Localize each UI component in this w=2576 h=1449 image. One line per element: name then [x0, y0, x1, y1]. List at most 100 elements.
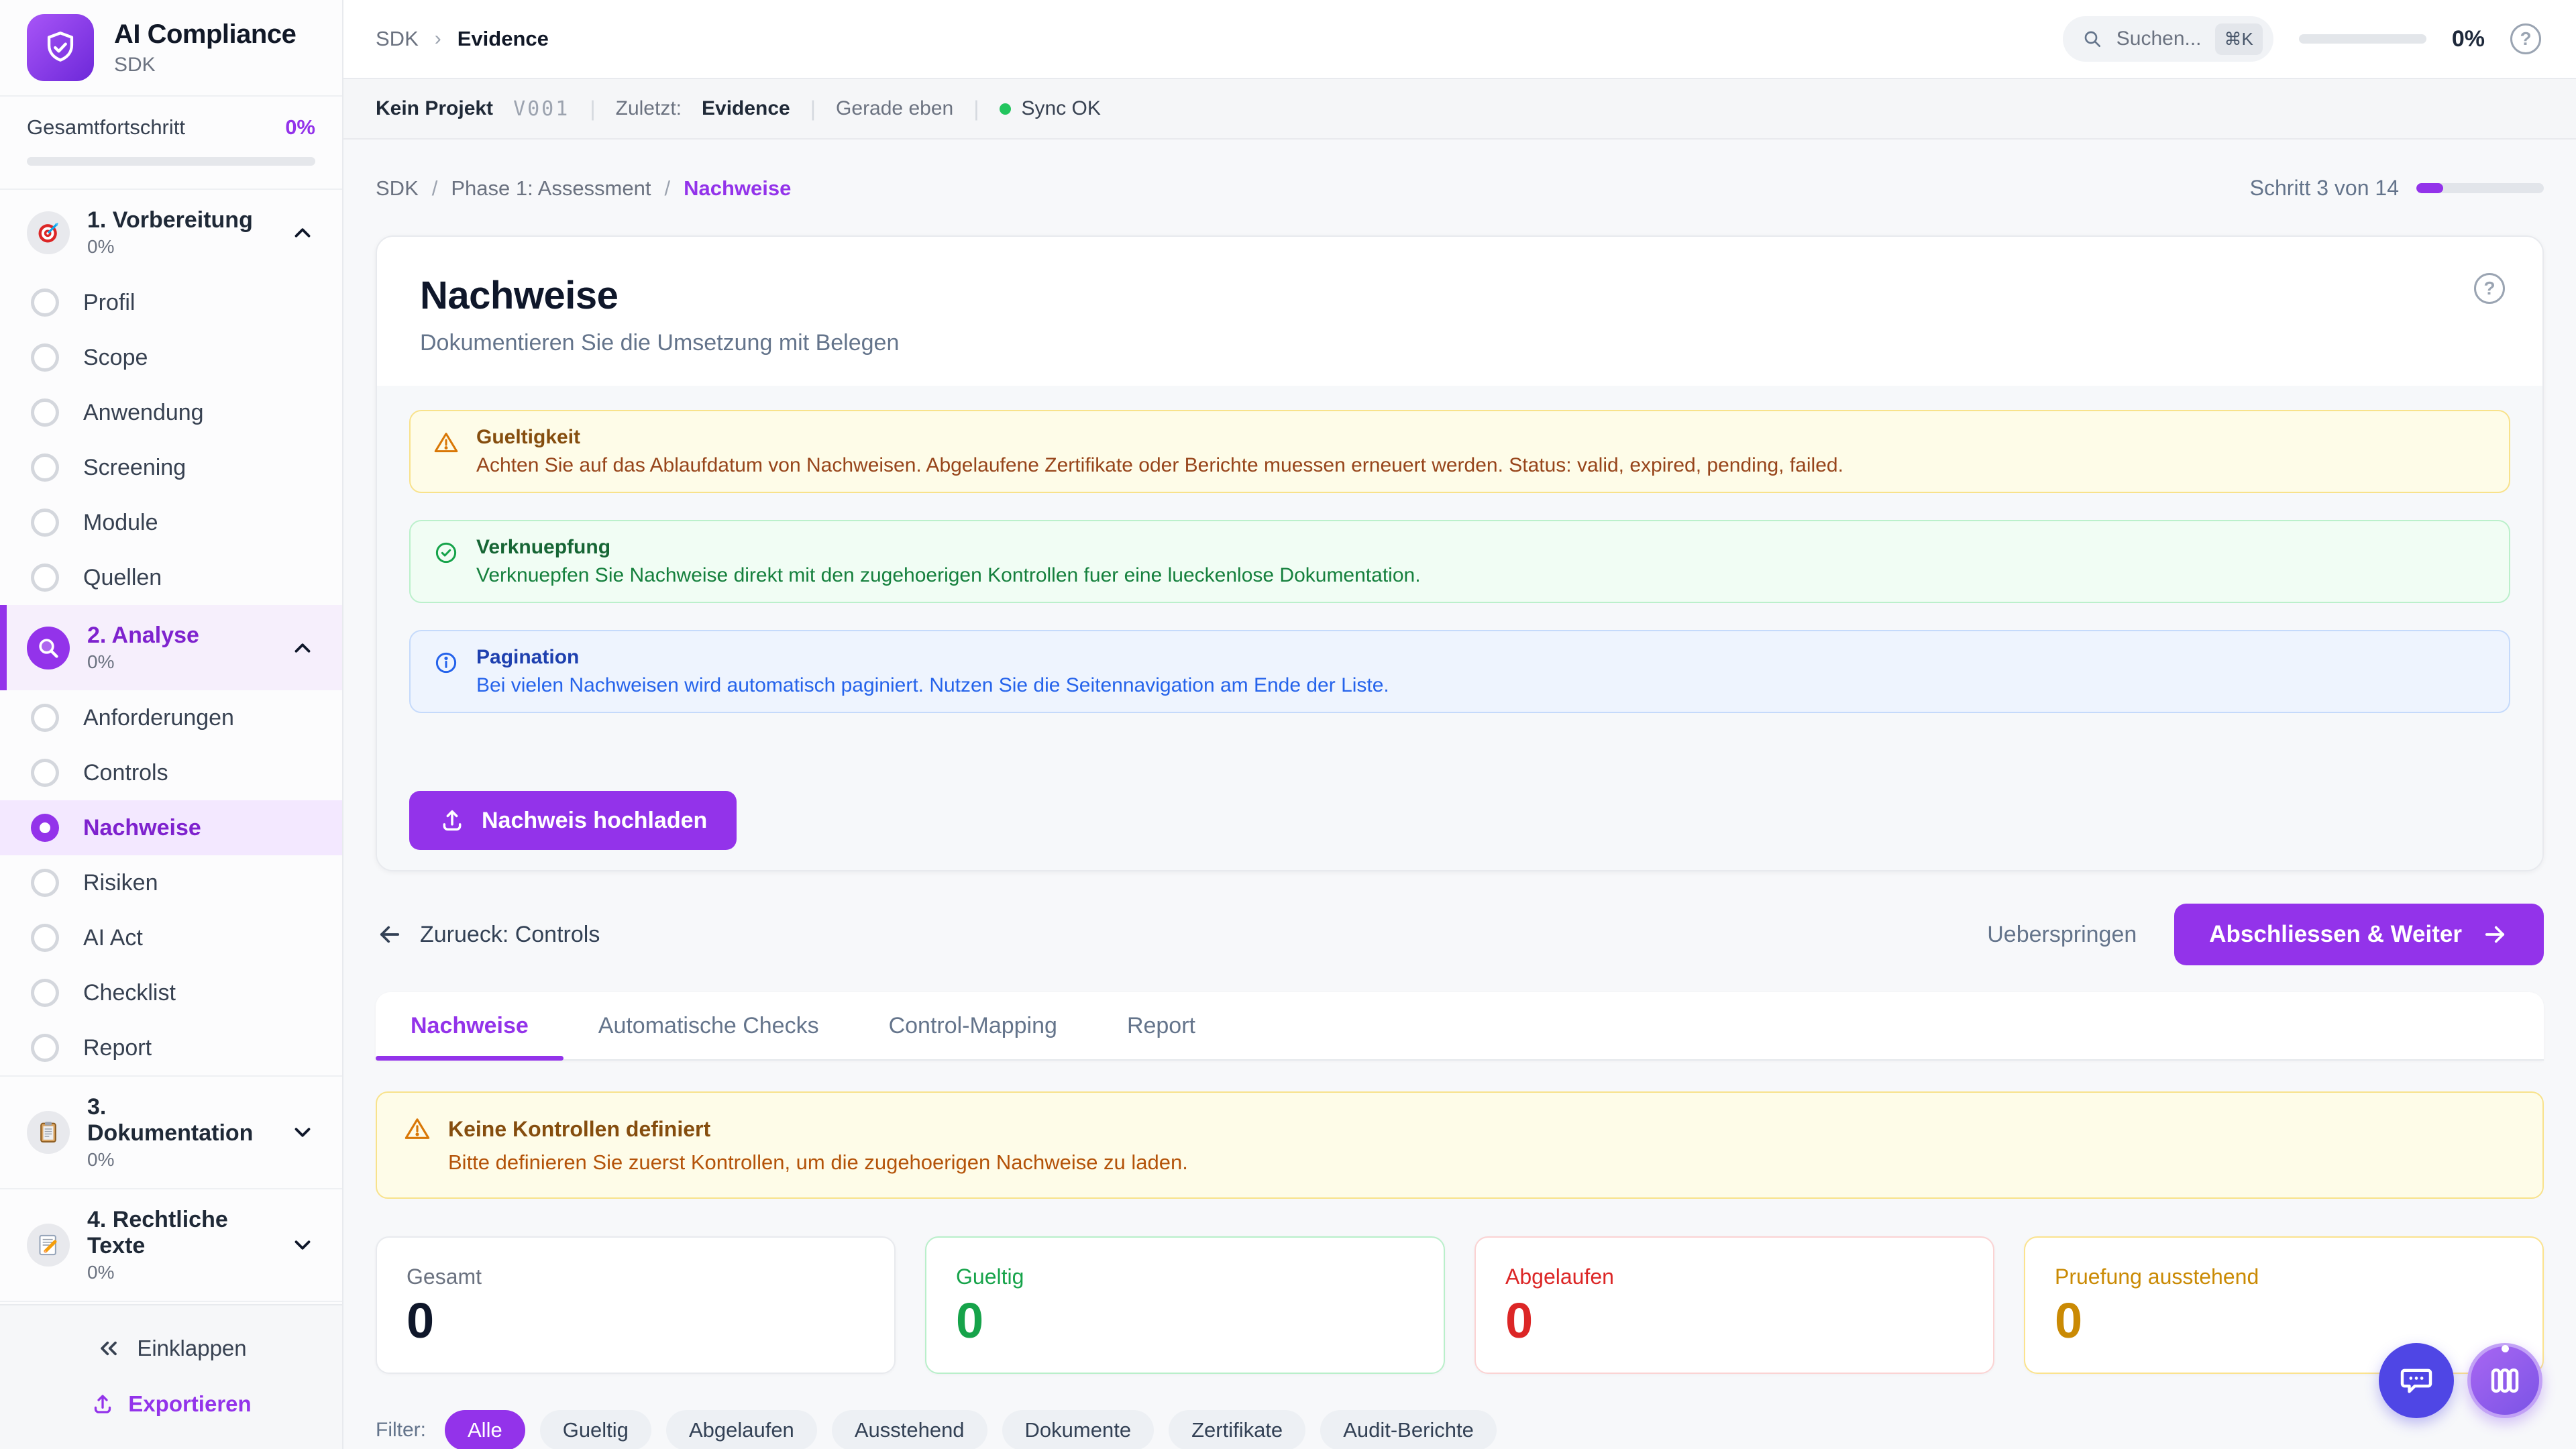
search-input[interactable]: Suchen... ⌘K — [2063, 16, 2273, 62]
chat-bubble-icon — [2398, 1362, 2435, 1399]
columns-panel-button[interactable] — [2467, 1343, 2542, 1418]
overall-progress-bar — [27, 157, 315, 166]
sidebar-item-scope[interactable]: Scope — [0, 330, 342, 385]
tab-control-mapping[interactable]: Control-Mapping — [854, 992, 1092, 1059]
sidebar-section-betrieb[interactable]: 5. Betrieb 0% — [0, 1302, 342, 1304]
skip-button[interactable]: Ueberspringen — [1987, 922, 2137, 948]
app-logo-row: AI Compliance SDK — [0, 0, 342, 97]
radio-icon — [31, 869, 59, 897]
page-title: Nachweise — [420, 273, 2500, 318]
sidebar-item-report[interactable]: Report — [0, 1020, 342, 1075]
step-card-body: Gueltigkeit Achten Sie auf das Ablaufdat… — [377, 386, 2542, 870]
sync-ok-dot-icon — [1000, 103, 1011, 115]
columns-icon — [2487, 1362, 2523, 1399]
sidebar-item-label: Quellen — [83, 565, 162, 591]
sidebar-item-label: Anforderungen — [83, 705, 234, 731]
sidebar-item-nachweise[interactable]: Nachweise — [0, 800, 342, 855]
tab-nachweise[interactable]: Nachweise — [376, 992, 564, 1059]
check-circle-icon — [433, 540, 459, 566]
last-saved-time: Gerade eben — [836, 97, 953, 120]
chat-button[interactable] — [2379, 1343, 2454, 1418]
breadcrumb-phase[interactable]: Phase 1: Assessment — [451, 176, 651, 201]
step-progress: Schritt 3 von 14 — [2250, 176, 2544, 201]
sidebar-item-label: Report — [83, 1035, 152, 1061]
complete-next-button[interactable]: Abschliessen & Weiter — [2174, 904, 2544, 965]
warning-title: Keine Kontrollen definiert — [448, 1117, 710, 1142]
step-card: Nachweise Dokumentieren Sie die Umsetzun… — [376, 235, 2544, 871]
target-icon — [27, 211, 70, 254]
sidebar-item-risiken[interactable]: Risiken — [0, 855, 342, 910]
topbar-breadcrumb: SDK › Evidence — [376, 27, 549, 51]
sidebar-item-anwendung[interactable]: Anwendung — [0, 385, 342, 440]
sidebar-section-dokumentation[interactable]: 3. Dokumentation 0% — [0, 1077, 342, 1188]
radio-icon — [31, 453, 59, 482]
filter-chip-gueltig[interactable]: Gueltig — [540, 1410, 651, 1449]
tab-report[interactable]: Report — [1092, 992, 1230, 1059]
step-card-header: Nachweise Dokumentieren Sie die Umsetzun… — [377, 237, 2542, 386]
search-placeholder: Suchen... — [2116, 28, 2202, 50]
stat-value: 0 — [407, 1296, 865, 1346]
filter-chip-dokumente[interactable]: Dokumente — [1002, 1410, 1155, 1449]
stat-card-gueltig: Gueltig 0 — [925, 1236, 1445, 1374]
sidebar-item-anforderungen[interactable]: Anforderungen — [0, 690, 342, 745]
upload-icon — [91, 1392, 115, 1416]
sidebar-nav: 1. Vorbereitung 0% Profil Scope Anwendun… — [0, 190, 342, 1304]
tab-automatische-checks[interactable]: Automatische Checks — [564, 992, 854, 1059]
app-subtitle: SDK — [114, 54, 296, 76]
breadcrumb-root[interactable]: SDK — [376, 27, 419, 51]
section-percent: 0% — [87, 1149, 272, 1171]
magnifier-icon — [27, 627, 70, 669]
filter-label: Filter: — [376, 1419, 426, 1442]
chevron-down-icon — [290, 1232, 315, 1258]
breadcrumb-current: Nachweise — [684, 176, 791, 201]
shield-check-icon — [41, 28, 80, 67]
content-scroll-area[interactable]: SDK / Phase 1: Assessment / Nachweise Sc… — [343, 140, 2576, 1449]
stat-label: Gueltig — [956, 1265, 1414, 1289]
breadcrumb-root[interactable]: SDK — [376, 176, 419, 201]
filter-chip-zertifikate[interactable]: Zertifikate — [1169, 1410, 1305, 1449]
sidebar-item-checklist[interactable]: Checklist — [0, 965, 342, 1020]
back-to-controls-link[interactable]: Zurueck: Controls — [376, 920, 600, 949]
sidebar-item-label: Checklist — [83, 980, 176, 1006]
sidebar-item-module[interactable]: Module — [0, 495, 342, 550]
sidebar-item-label: Risiken — [83, 870, 158, 896]
filter-chip-audit-berichte[interactable]: Audit-Berichte — [1320, 1410, 1497, 1449]
sidebar-section-rechtliche-texte[interactable]: 4. Rechtliche Texte 0% — [0, 1189, 342, 1301]
double-chevron-left-icon — [95, 1335, 122, 1362]
upload-icon — [439, 807, 466, 834]
warning-triangle-icon — [433, 430, 459, 455]
arrow-left-icon — [376, 920, 404, 949]
radio-icon — [31, 924, 59, 952]
collapse-sidebar-button[interactable]: Einklappen — [95, 1335, 246, 1362]
warning-triangle-icon — [404, 1116, 431, 1142]
sidebar-item-profil[interactable]: Profil — [0, 275, 342, 330]
sidebar-item-controls[interactable]: Controls — [0, 745, 342, 800]
version-badge: V001 — [513, 97, 570, 121]
filter-row: Filter: Alle Gueltig Abgelaufen Ausstehe… — [376, 1410, 2544, 1449]
alert-body: Achten Sie auf das Ablaufdatum von Nachw… — [476, 453, 1843, 478]
main-area: SDK › Evidence Suchen... ⌘K 0% ? Kein Pr… — [343, 0, 2576, 1449]
upload-evidence-button[interactable]: Nachweis hochladen — [409, 791, 737, 850]
sidebar-item-screening[interactable]: Screening — [0, 440, 342, 495]
radio-icon — [31, 759, 59, 787]
project-name: Kein Projekt — [376, 97, 493, 120]
collapse-label: Einklappen — [137, 1336, 246, 1361]
filter-chip-abgelaufen[interactable]: Abgelaufen — [666, 1410, 817, 1449]
export-button[interactable]: Exportieren — [91, 1391, 251, 1417]
filter-chip-ausstehend[interactable]: Ausstehend — [832, 1410, 987, 1449]
chevron-up-icon — [290, 220, 315, 246]
sidebar-item-ai-act[interactable]: AI Act — [0, 910, 342, 965]
sidebar-section-vorbereitung[interactable]: 1. Vorbereitung 0% — [0, 190, 342, 275]
floating-action-buttons — [2379, 1343, 2542, 1418]
sidebar-item-label: Profil — [83, 290, 135, 316]
alert-title: Gueltigkeit — [476, 425, 1843, 450]
radio-icon — [31, 564, 59, 592]
section-title: 1. Vorbereitung — [87, 207, 272, 233]
stat-card-abgelaufen: Abgelaufen 0 — [1474, 1236, 1994, 1374]
filter-chip-alle[interactable]: Alle — [445, 1410, 525, 1449]
upload-button-label: Nachweis hochladen — [482, 808, 707, 834]
card-help-icon[interactable]: ? — [2474, 273, 2505, 304]
help-icon[interactable]: ? — [2510, 23, 2541, 54]
sidebar-section-analyse[interactable]: 2. Analyse 0% — [0, 605, 342, 690]
sidebar-item-quellen[interactable]: Quellen — [0, 550, 342, 605]
